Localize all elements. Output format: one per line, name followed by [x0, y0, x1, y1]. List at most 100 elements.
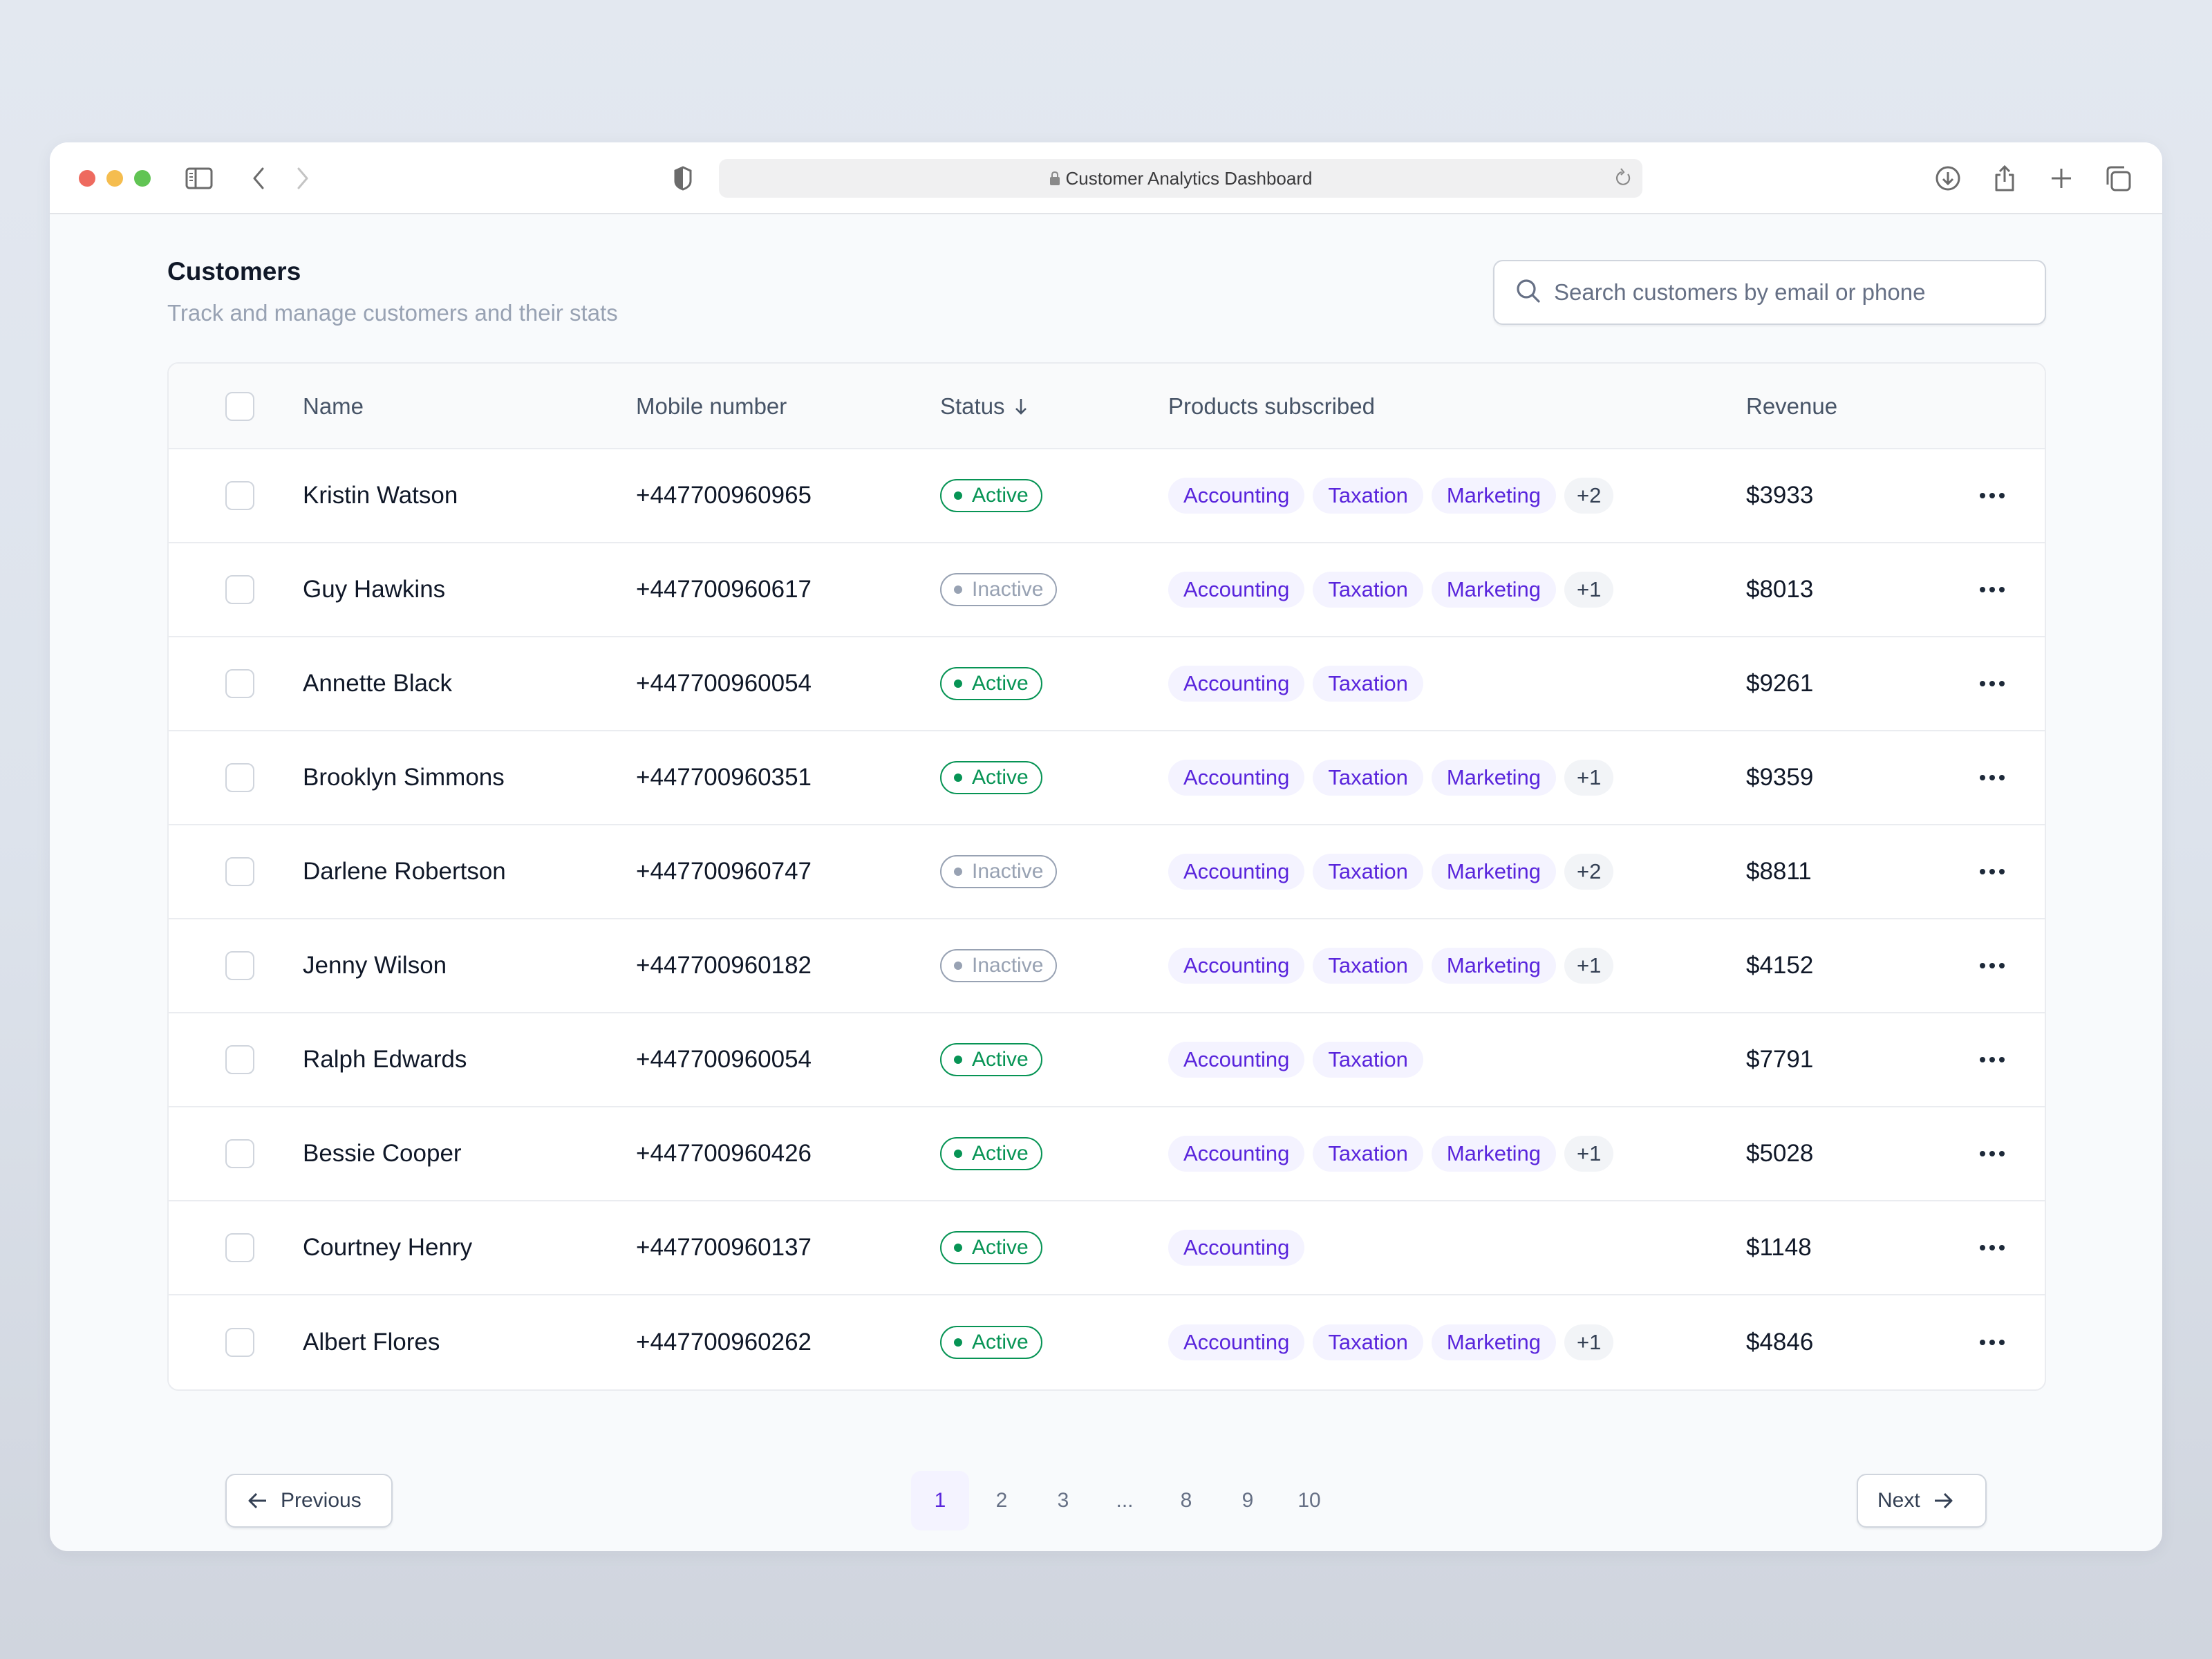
product-tag: Accounting — [1168, 572, 1305, 608]
more-products-tag[interactable]: +1 — [1564, 948, 1614, 984]
more-products-tag[interactable]: +2 — [1564, 478, 1614, 514]
next-page-button[interactable]: Next — [1857, 1474, 1987, 1528]
address-bar[interactable]: Customer Analytics Dashboard — [719, 159, 1642, 198]
close-window-button[interactable] — [79, 170, 95, 187]
product-tag: Accounting — [1168, 854, 1305, 890]
products-tags: Accounting Taxation Marketing +1 — [1168, 1136, 1614, 1172]
customer-mobile: +447700960426 — [636, 1140, 812, 1167]
row-actions-more-icon[interactable] — [1973, 674, 2012, 693]
product-tag: Accounting — [1168, 478, 1305, 514]
shield-icon[interactable] — [668, 163, 698, 194]
product-tag: Accounting — [1168, 1042, 1305, 1078]
product-tag: Accounting — [1168, 1324, 1305, 1360]
more-products-tag[interactable]: +1 — [1564, 572, 1614, 608]
customer-mobile: +447700960262 — [636, 1329, 812, 1356]
customer-revenue: $7791 — [1746, 1046, 1814, 1073]
product-tag: Taxation — [1313, 760, 1423, 796]
row-actions-more-icon[interactable] — [1973, 1050, 2012, 1069]
search-box[interactable] — [1493, 260, 2046, 325]
status-badge: Inactive — [940, 949, 1058, 982]
row-actions-more-icon[interactable] — [1973, 580, 2012, 599]
lock-icon — [1049, 171, 1060, 186]
table-row[interactable]: Annette Black +447700960054 Active Accou… — [169, 637, 2045, 731]
row-checkbox[interactable] — [225, 481, 254, 510]
previous-page-button[interactable]: Previous — [225, 1474, 393, 1528]
row-actions-more-icon[interactable] — [1973, 1144, 2012, 1163]
table-row[interactable]: Ralph Edwards +447700960054 Active Accou… — [169, 1013, 2045, 1107]
row-checkbox[interactable] — [225, 1045, 254, 1074]
column-header-status[interactable]: Status — [940, 364, 1029, 449]
row-actions-more-icon[interactable] — [1973, 1238, 2012, 1257]
table-row[interactable]: Jenny Wilson +447700960182 Inactive Acco… — [169, 919, 2045, 1013]
column-header-products[interactable]: Products subscribed — [1168, 364, 1375, 449]
status-badge: Active — [940, 479, 1042, 512]
customers-table: Name Mobile number Status Products subsc… — [167, 362, 2046, 1391]
customer-name: Albert Flores — [303, 1329, 440, 1356]
back-icon[interactable] — [243, 163, 274, 194]
page-number-button[interactable]: 2 — [973, 1471, 1031, 1530]
table-row[interactable]: Guy Hawkins +447700960617 Inactive Accou… — [169, 543, 2045, 637]
share-icon[interactable] — [1989, 163, 2020, 194]
new-tab-icon[interactable] — [2046, 163, 2077, 194]
products-tags: Accounting Taxation — [1168, 1042, 1423, 1078]
page-number-button[interactable]: 1 — [911, 1471, 969, 1530]
reload-icon[interactable] — [1613, 167, 1633, 194]
product-tag: Marketing — [1431, 760, 1556, 796]
status-badge: Inactive — [940, 573, 1058, 606]
sidebar-icon[interactable] — [184, 163, 214, 194]
table-row[interactable]: Bessie Cooper +447700960426 Active Accou… — [169, 1107, 2045, 1201]
table-row[interactable]: Darlene Robertson +447700960747 Inactive… — [169, 825, 2045, 919]
status-label: Active — [972, 484, 1029, 507]
status-badge: Active — [940, 667, 1042, 700]
row-checkbox[interactable] — [225, 575, 254, 604]
row-actions-more-icon[interactable] — [1973, 862, 2012, 881]
table-row[interactable]: Brooklyn Simmons +447700960351 Active Ac… — [169, 731, 2045, 825]
tabs-overview-icon[interactable] — [2103, 163, 2133, 194]
page-number-button[interactable]: 8 — [1157, 1471, 1215, 1530]
product-tag: Marketing — [1431, 854, 1556, 890]
page-number-button[interactable]: 3 — [1034, 1471, 1092, 1530]
customer-name: Annette Black — [303, 670, 452, 697]
row-checkbox[interactable] — [225, 669, 254, 698]
row-checkbox[interactable] — [225, 1328, 254, 1357]
product-tag: Taxation — [1313, 1324, 1423, 1360]
select-all-checkbox[interactable] — [225, 392, 254, 421]
search-icon — [1515, 278, 1541, 308]
more-products-tag[interactable]: +2 — [1564, 854, 1614, 890]
maximize-window-button[interactable] — [134, 170, 151, 187]
product-tag: Accounting — [1168, 666, 1305, 702]
minimize-window-button[interactable] — [106, 170, 123, 187]
row-actions-more-icon[interactable] — [1973, 956, 2012, 975]
column-header-revenue[interactable]: Revenue — [1746, 364, 1837, 449]
page-number-button[interactable]: 9 — [1219, 1471, 1277, 1530]
product-tag: Taxation — [1313, 666, 1423, 702]
table-row[interactable]: Kristin Watson +447700960965 Active Acco… — [169, 449, 2045, 543]
more-products-tag[interactable]: +1 — [1564, 760, 1614, 796]
row-actions-more-icon[interactable] — [1973, 1333, 2012, 1352]
status-badge: Active — [940, 1231, 1042, 1264]
column-header-name[interactable]: Name — [303, 364, 364, 449]
status-dot-icon — [954, 868, 962, 876]
page-number-button[interactable]: 10 — [1280, 1471, 1338, 1530]
row-actions-more-icon[interactable] — [1973, 486, 2012, 505]
more-products-tag[interactable]: +1 — [1564, 1324, 1614, 1360]
table-row[interactable]: Courtney Henry +447700960137 Active Acco… — [169, 1201, 2045, 1295]
column-header-mobile[interactable]: Mobile number — [636, 364, 787, 449]
search-input[interactable] — [1554, 279, 2024, 306]
download-icon[interactable] — [1933, 163, 1963, 194]
page-subtitle: Track and manage customers and their sta… — [167, 300, 618, 326]
row-checkbox[interactable] — [225, 1139, 254, 1168]
row-actions-more-icon[interactable] — [1973, 768, 2012, 787]
customer-name: Courtney Henry — [303, 1234, 473, 1261]
forward-icon[interactable] — [288, 163, 318, 194]
status-dot-icon — [954, 679, 962, 688]
row-checkbox[interactable] — [225, 951, 254, 980]
customer-name: Bessie Cooper — [303, 1140, 462, 1167]
row-checkbox[interactable] — [225, 857, 254, 886]
customer-mobile: +447700960747 — [636, 858, 812, 885]
more-products-tag[interactable]: +1 — [1564, 1136, 1614, 1172]
table-row[interactable]: Albert Flores +447700960262 Active Accou… — [169, 1295, 2045, 1389]
row-checkbox[interactable] — [225, 763, 254, 792]
row-checkbox[interactable] — [225, 1233, 254, 1262]
status-badge: Active — [940, 1326, 1042, 1359]
